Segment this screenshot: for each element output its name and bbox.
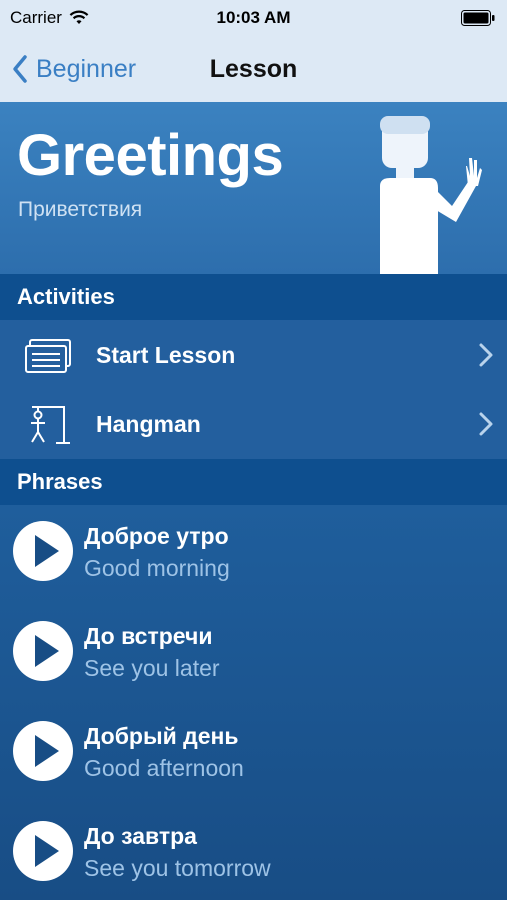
phrase-english: See you later (84, 655, 220, 681)
lesson-title: Greetings (17, 123, 284, 188)
play-icon (35, 835, 59, 867)
lesson-hero: Greetings Приветствия (0, 102, 507, 274)
activity-hangman[interactable]: Hangman (0, 389, 507, 459)
phrase-english: Good morning (84, 555, 230, 581)
phrase-english: See you tomorrow (84, 855, 271, 881)
phrases-section-header: Phrases (0, 459, 507, 505)
activity-label: Hangman (96, 411, 201, 437)
play-button[interactable] (13, 821, 73, 881)
play-button[interactable] (13, 721, 73, 781)
phrase-row: До завтра See you tomorrow (0, 805, 507, 900)
waving-person-illustration (380, 116, 482, 274)
activity-label: Start Lesson (96, 342, 236, 368)
play-icon (35, 535, 59, 567)
nav-title: Lesson (209, 55, 298, 83)
phrase-row: Доброе утро Good morning (0, 505, 507, 605)
phrase-row: Добрый день Good afternoon (0, 705, 507, 805)
chevron-right-icon (479, 412, 493, 436)
phrase-russian: До завтра (84, 823, 197, 849)
status-time: 10:03 AM (216, 8, 291, 27)
battery-icon (461, 10, 495, 26)
status-bar: Carrier 10:03 AM (0, 0, 507, 36)
play-icon (35, 735, 59, 767)
flashcards-icon (25, 339, 71, 373)
chevron-right-icon (479, 343, 493, 367)
phrases-list: Доброе утро Good morning До встречи See … (0, 505, 507, 900)
app-screen: Carrier 10:03 AM Beginner Lesson Greetin… (0, 0, 507, 900)
navigation-bar: Beginner Lesson (0, 36, 507, 102)
phrase-russian: До встречи (84, 623, 213, 649)
activities-section-header: Activities (0, 274, 507, 320)
play-button[interactable] (13, 521, 73, 581)
lesson-subtitle: Приветствия (18, 198, 143, 221)
phrase-russian: Добрый день (84, 723, 239, 749)
phrase-english: Good afternoon (84, 755, 244, 781)
play-button[interactable] (13, 621, 73, 681)
phrase-row: До встречи See you later (0, 605, 507, 705)
phrase-russian: Доброе утро (84, 523, 229, 549)
activity-start-lesson[interactable]: Start Lesson (0, 320, 507, 390)
play-icon (35, 635, 59, 667)
hangman-icon (31, 406, 70, 444)
